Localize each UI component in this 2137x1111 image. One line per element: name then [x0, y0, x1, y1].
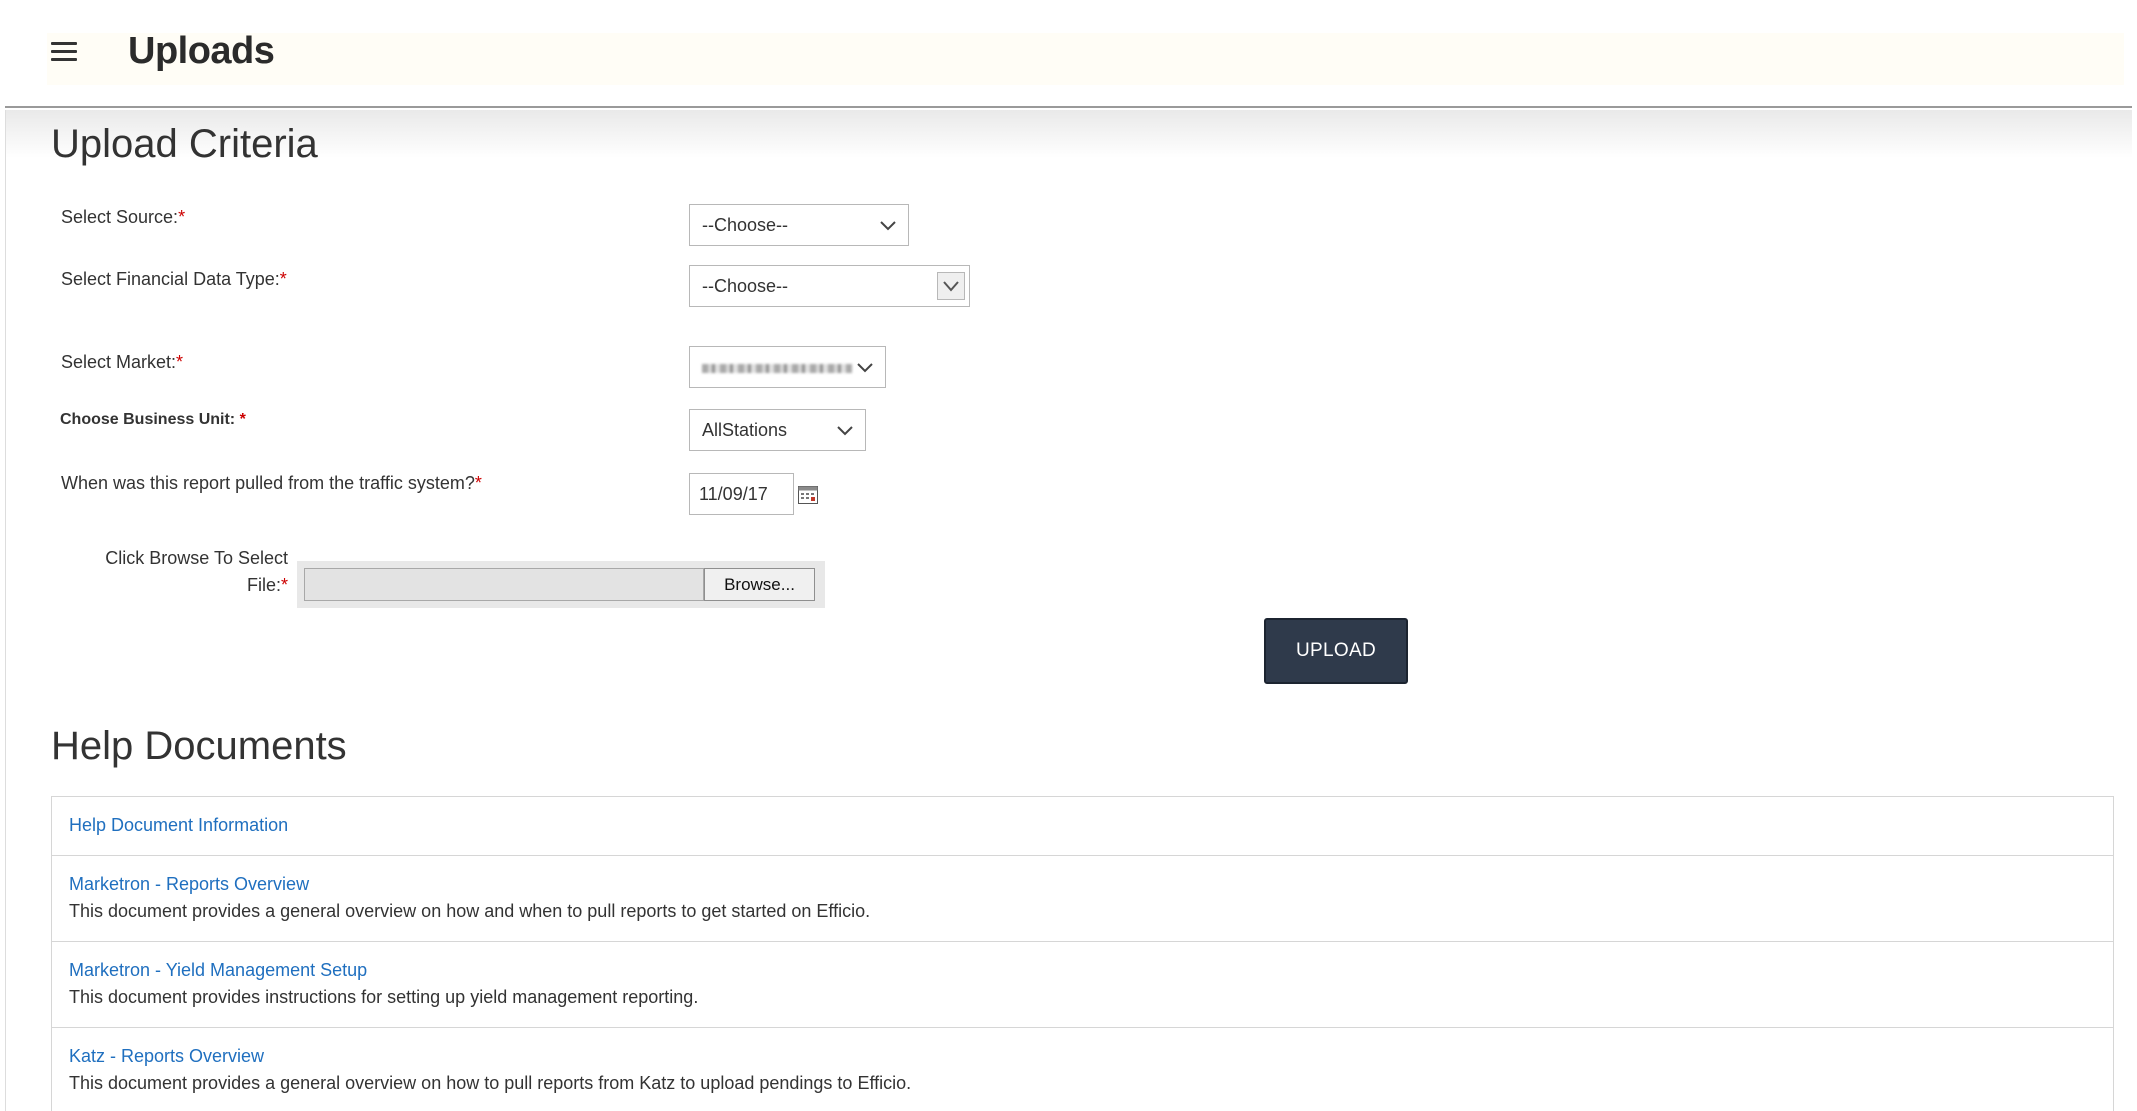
chevron-down-icon: [837, 426, 853, 436]
help-item-description: This document provides instructions for …: [69, 987, 699, 1007]
help-item-link[interactable]: Marketron - Yield Management Setup: [69, 960, 2113, 981]
chevron-down-icon: [943, 281, 959, 292]
business-unit-label: Choose Business Unit: *: [60, 411, 246, 428]
chevron-down-icon: [880, 221, 896, 231]
help-document-information-link[interactable]: Help Document Information: [69, 815, 2113, 836]
help-item: Marketron - Reports Overview This docume…: [52, 856, 2113, 942]
upload-criteria-heading: Upload Criteria: [51, 122, 318, 166]
top-header: Uploads: [5, 0, 2132, 108]
help-item: Marketron - Yield Management Setup This …: [52, 942, 2113, 1028]
report-date-input[interactable]: 11/09/17: [689, 473, 794, 515]
dropdown-toggle[interactable]: [937, 272, 965, 300]
uploads-page: Uploads Upload Criteria Select Source:* …: [0, 0, 2137, 1111]
help-item-link[interactable]: Marketron - Reports Overview: [69, 874, 2113, 895]
source-select[interactable]: --Choose--: [689, 204, 909, 246]
page-title: Uploads: [128, 30, 275, 72]
help-header-row: Help Document Information: [52, 797, 2113, 856]
upload-button[interactable]: UPLOAD: [1264, 618, 1408, 684]
market-select[interactable]: [689, 346, 886, 388]
redacted-market-value: [702, 364, 852, 373]
chevron-down-icon: [857, 363, 873, 373]
browse-button[interactable]: Browse...: [704, 568, 815, 601]
file-picker: Browse...: [297, 561, 825, 608]
help-documents-heading: Help Documents: [51, 724, 347, 768]
help-documents-list: Help Document Information Marketron - Re…: [51, 796, 2114, 1111]
help-item-description: This document provides a general overvie…: [69, 1073, 912, 1093]
file-path-field[interactable]: [304, 568, 704, 601]
hamburger-menu-icon[interactable]: [51, 42, 79, 62]
header-background-strip: [47, 33, 2124, 85]
help-item-link[interactable]: Katz - Reports Overview: [69, 1046, 2113, 1067]
help-item-description: This document provides a general overvie…: [69, 901, 871, 921]
file-label: Click Browse To Select File:*: [105, 548, 288, 595]
financial-data-type-label: Select Financial Data Type:*: [61, 269, 287, 289]
calendar-icon[interactable]: [797, 483, 819, 505]
financial-data-type-select[interactable]: --Choose--: [689, 265, 970, 307]
report-date-label: When was this report pulled from the tra…: [61, 473, 482, 493]
source-label: Select Source:*: [61, 207, 186, 227]
business-unit-select[interactable]: AllStations: [689, 409, 866, 451]
market-label: Select Market:*: [61, 352, 184, 372]
help-item: Katz - Reports Overview This document pr…: [52, 1028, 2113, 1111]
